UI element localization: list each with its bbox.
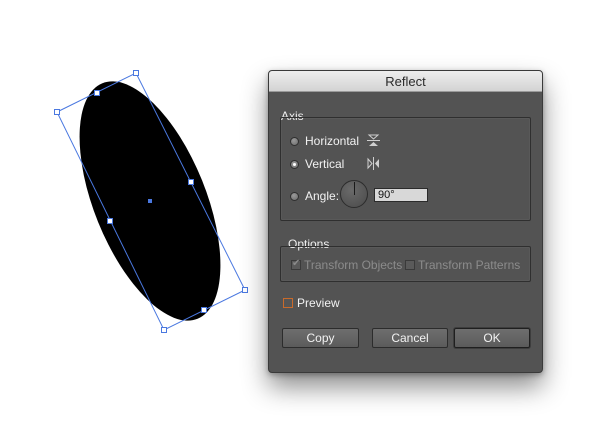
transform-objects-label: Transform Objects bbox=[304, 258, 403, 272]
horizontal-radio[interactable] bbox=[290, 136, 299, 146]
transform-patterns-label: Transform Patterns bbox=[418, 258, 521, 272]
vertical-radio[interactable] bbox=[290, 159, 299, 169]
resize-handle-top-right[interactable] bbox=[133, 70, 139, 76]
reflect-dialog: Reflect Axis Horizontal Vertical Angle: … bbox=[268, 70, 543, 373]
resize-handle-bottom-right[interactable] bbox=[242, 287, 248, 293]
angle-dial[interactable] bbox=[340, 180, 368, 208]
transform-patterns-checkbox[interactable] bbox=[405, 260, 415, 270]
transform-objects-option[interactable]: Transform Objects bbox=[291, 258, 402, 272]
horizontal-reflect-icon bbox=[367, 134, 380, 146]
preview-label: Preview bbox=[297, 296, 340, 310]
resize-handle-bottom-left[interactable] bbox=[161, 327, 167, 333]
resize-handle-right[interactable] bbox=[188, 179, 194, 185]
artboard[interactable] bbox=[0, 0, 260, 360]
copy-button[interactable]: Copy bbox=[282, 328, 359, 348]
vertical-option[interactable]: Vertical bbox=[290, 157, 344, 171]
resize-handle-bottom[interactable] bbox=[201, 307, 207, 313]
transform-patterns-option[interactable]: Transform Patterns bbox=[405, 258, 520, 272]
resize-handle-top-left[interactable] bbox=[54, 109, 60, 115]
resize-handle-left[interactable] bbox=[107, 218, 113, 224]
angle-label: Angle: bbox=[305, 189, 340, 203]
vertical-label: Vertical bbox=[305, 157, 345, 171]
angle-option[interactable]: Angle: bbox=[290, 189, 339, 203]
horizontal-option[interactable]: Horizontal bbox=[290, 134, 359, 148]
cancel-button[interactable]: Cancel bbox=[372, 328, 448, 348]
ok-button[interactable]: OK bbox=[454, 328, 530, 348]
transform-objects-checkbox[interactable] bbox=[291, 258, 301, 270]
preview-checkbox[interactable] bbox=[283, 298, 293, 308]
horizontal-label: Horizontal bbox=[305, 134, 360, 148]
center-point bbox=[148, 199, 152, 203]
angle-radio[interactable] bbox=[290, 191, 299, 201]
preview-option[interactable]: Preview bbox=[283, 296, 340, 310]
resize-handle-top[interactable] bbox=[94, 90, 100, 96]
dialog-title[interactable]: Reflect bbox=[269, 71, 542, 92]
vertical-reflect-icon bbox=[367, 157, 379, 170]
angle-input[interactable] bbox=[374, 188, 428, 202]
